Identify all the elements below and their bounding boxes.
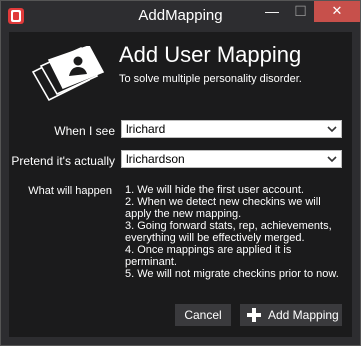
add-mapping-label: Add Mapping [268,308,339,322]
cancel-button[interactable]: Cancel [175,304,231,326]
dialog-content: Add User Mapping To solve multiple perso… [9,32,352,337]
pretend-select[interactable]: lrichardson [121,150,342,168]
steps-list: 1. We will hide the first user account. … [125,184,345,280]
when-i-see-value: lrichard [126,122,166,136]
step-line: 3. Going forward stats, rep, achievement… [125,220,332,232]
close-button[interactable]: ✕ [314,1,360,22]
chevron-down-icon [327,156,337,163]
plus-icon [247,308,261,322]
add-mapping-button[interactable]: Add Mapping [240,304,342,326]
pretend-label: Pretend it's actually [11,154,115,168]
step-line: 1. We will hide the first user account. [125,184,304,196]
when-i-see-label: When I see [54,124,115,138]
maximize-button[interactable]: ☐ [287,1,314,22]
dialog-heading: Add User Mapping [119,42,302,67]
dialog-subheading: To solve multiple personality disorder. [119,73,302,85]
step-line: 5. We will not migrate checkins prior to… [125,268,339,280]
minimize-button[interactable]: — [258,1,286,22]
pretend-value: lrichardson [126,152,185,166]
title-bar[interactable]: AddMapping — ☐ ✕ [1,1,360,32]
when-i-see-select[interactable]: lrichard [121,120,342,138]
step-line: apply the new mapping. [125,208,242,220]
step-line: everything will be effectively merged. [125,232,305,244]
user-cards-icon [31,46,105,102]
step-line: 4. Once mappings are applied it is permi… [125,244,292,268]
add-mapping-window: AddMapping — ☐ ✕ Add User Mapping To sol… [0,0,361,346]
step-line: 2. When we detect new checkins we will [125,196,321,208]
chevron-down-icon [327,126,337,133]
what-will-happen-label: What will happen [28,185,112,197]
